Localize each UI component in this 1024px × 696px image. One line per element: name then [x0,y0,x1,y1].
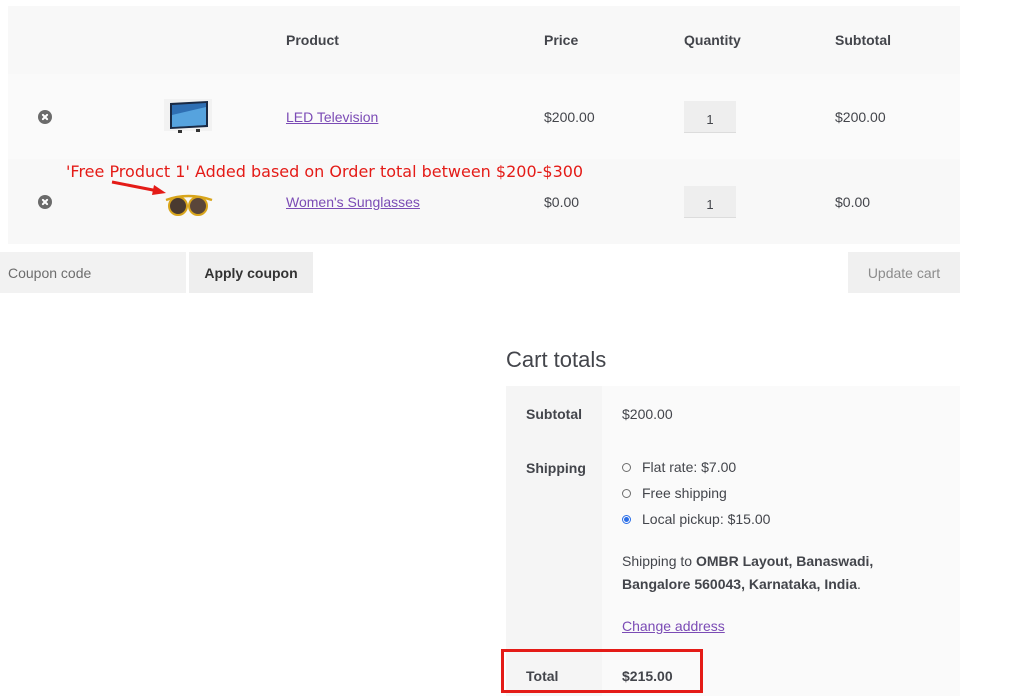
totals-subtotal-row: Subtotal $200.00 [506,386,960,440]
subtotal-label: Subtotal [506,386,602,440]
shipping-option-label: Free shipping [642,485,727,501]
cart-actions: Apply coupon Update cart [0,252,960,293]
shipping-option-local-pickup[interactable]: Local pickup: $15.00 [622,506,960,532]
radio-button[interactable] [622,488,631,498]
coupon-code-input[interactable] [0,252,186,293]
product-link-led-television[interactable]: LED Television [286,109,378,125]
shipping-label: Shipping [506,440,602,646]
radio-button-selected[interactable] [622,514,631,524]
shipping-option-label: Flat rate: $7.00 [642,459,737,475]
cart-item-row: LED Television $200.00 $200.00 [8,74,960,159]
apply-coupon-button[interactable]: Apply coupon [189,252,313,293]
item-subtotal: $200.00 [835,108,886,125]
shipping-option-label: Local pickup: $15.00 [642,511,771,527]
shipping-value: Flat rate: $7.00 Free shipping Local pic… [602,440,960,646]
item-subtotal: $0.00 [835,193,871,210]
change-address-link[interactable]: Change address [622,618,725,634]
annotation-arrow-icon [111,180,166,195]
item-price: $0.00 [544,193,580,210]
header-product: Product [286,32,339,48]
total-highlight-box [501,649,703,693]
cart-table: Product Price Quantity Subtotal LED Tele… [8,6,960,244]
remove-item-icon[interactable] [38,109,52,124]
remove-item-icon[interactable] [38,194,52,209]
totals-shipping-row: Shipping Flat rate: $7.00 Free shipping … [506,440,960,646]
item-price: $200.00 [544,108,595,125]
shipping-to-prefix: Shipping to [622,553,696,569]
shipping-to-suffix: . [857,576,861,592]
shipping-destination: Shipping to OMBR Layout, Banaswadi, Bang… [622,550,942,596]
shipping-option-free-shipping[interactable]: Free shipping [622,480,960,506]
cart-table-header: Product Price Quantity Subtotal [8,6,960,74]
header-subtotal: Subtotal [835,32,891,48]
quantity-input[interactable] [684,185,736,218]
cart-totals-title: Cart totals [506,347,607,372]
quantity-input[interactable] [684,100,736,133]
television-thumbnail[interactable] [160,97,216,137]
radio-button[interactable] [622,462,631,472]
product-link-womens-sunglasses[interactable]: Women's Sunglasses [286,194,420,210]
header-quantity: Quantity [684,32,741,48]
update-cart-button[interactable]: Update cart [848,252,960,293]
shipping-option-flat-rate[interactable]: Flat rate: $7.00 [622,454,960,480]
header-price: Price [544,32,579,48]
subtotal-value: $200.00 [602,386,960,440]
